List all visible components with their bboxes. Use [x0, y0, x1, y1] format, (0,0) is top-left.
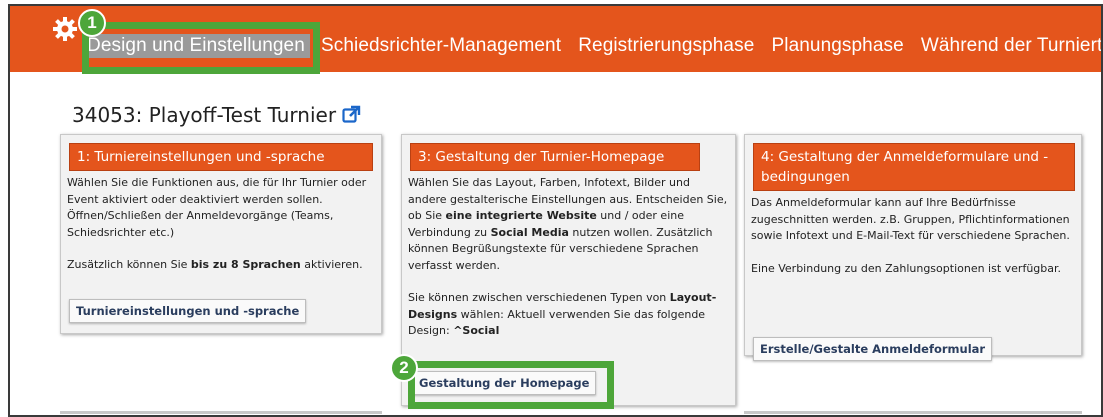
gear-icon[interactable] [52, 16, 78, 42]
nav-waehrend-der-turniertage[interactable]: Während der Turniertage [915, 34, 1101, 58]
panel-header: 4: Gestaltung der Anmeldeformulare und -… [753, 143, 1075, 191]
panel-header: 3: Gestaltung der Turnier-Homepage [410, 143, 700, 171]
highlight-box-1 [82, 22, 320, 74]
panel-header: 1: Turniereinstellungen und -sprache [69, 143, 373, 171]
panel-text: Das Anmeldeformular kann auf Ihre Bedürf… [751, 196, 1070, 242]
page-title-text: 34053: Playoff-Test Turnier [72, 103, 337, 127]
step-badge-2: 2 [390, 354, 418, 382]
panel-anmeldeformulare: 4: Gestaltung der Anmeldeformulare und -… [744, 134, 1082, 361]
divider [744, 411, 1082, 414]
panel-text: Wählen Sie das Layout, Farben, Infotext,… [408, 176, 728, 272]
panel-description: Wählen Sie die Funktionen aus, die für I… [67, 175, 377, 290]
step-badge-1: 1 [78, 9, 106, 37]
panel-text-layout: Sie können zwischen verschiedenen Typen … [408, 291, 717, 337]
panel-text-languages: Zusätzlich können Sie bis zu 8 Sprachen … [67, 258, 363, 271]
browser-frame: Design und Einstellungen Schiedsrichter-… [8, 4, 1103, 417]
panel-text-payment: Eine Verbindung zu den Zahlungsoptionen … [751, 261, 1062, 275]
turniereinstellungen-button[interactable]: Turniereinstellungen und -sprache [69, 299, 307, 323]
page-title: 34053: Playoff-Test Turnier [72, 103, 361, 129]
panel-turniereinstellungen: 1: Turniereinstellungen und -sprache Wäh… [60, 134, 382, 334]
highlight-box-2 [408, 361, 614, 409]
nav-registrierungsphase[interactable]: Registrierungsphase [572, 34, 760, 58]
anmeldeformular-button[interactable]: Erstelle/Gestalte Anmeldeformular [753, 337, 993, 361]
nav-planungsphase[interactable]: Planungsphase [765, 34, 909, 58]
nav-schiedsrichter-management[interactable]: Schiedsrichter-Management [315, 34, 567, 58]
panel-description: Wählen Sie das Layout, Farben, Infotext,… [408, 175, 728, 356]
divider [60, 411, 382, 414]
external-link-icon[interactable] [342, 105, 361, 129]
panel-description: Das Anmeldeformular kann auf Ihre Bedürf… [751, 195, 1076, 293]
panel-text: Wählen Sie die Funktionen aus, die für I… [67, 176, 367, 239]
